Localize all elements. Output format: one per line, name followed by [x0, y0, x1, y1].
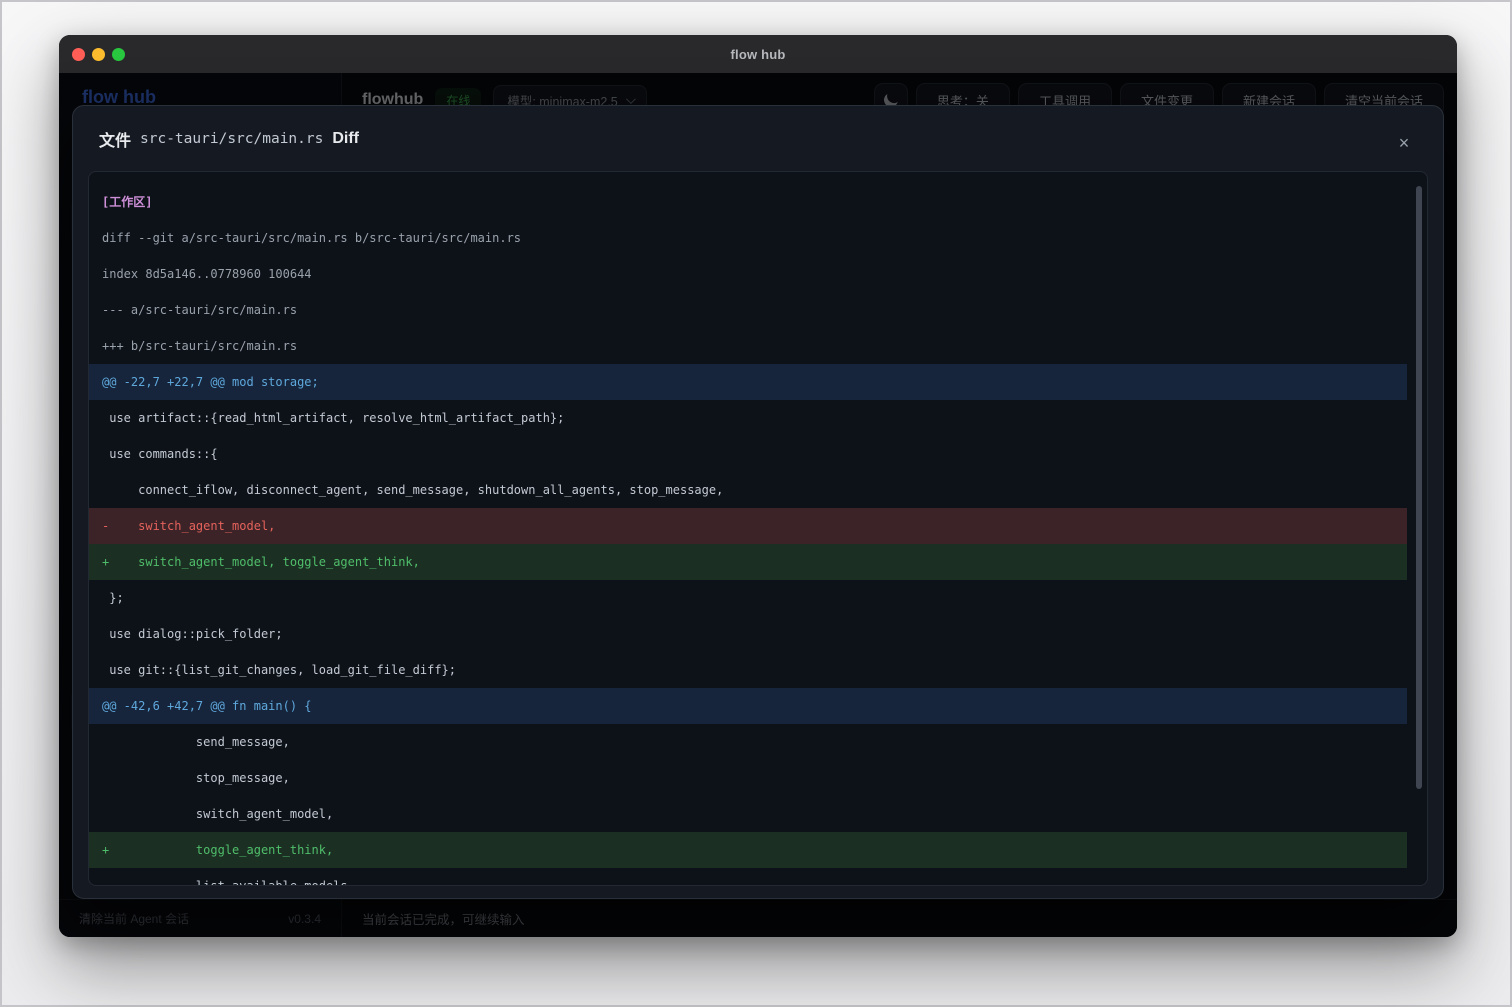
diff-line-add: + toggle_agent_think,	[89, 832, 1407, 868]
scrollbar-track[interactable]	[1416, 178, 1422, 879]
close-icon[interactable]: ×	[1391, 130, 1417, 156]
modal-title-suffix: Diff	[332, 130, 359, 148]
diff-line-context: use dialog::pick_folder;	[89, 616, 1407, 652]
window-titlebar: flow hub	[59, 35, 1457, 73]
window-title: flow hub	[730, 47, 785, 62]
diff-line-meta: +++ b/src-tauri/src/main.rs	[89, 328, 1407, 364]
diff-modal: 文件 src-tauri/src/main.rs Diff × [工作区]dif…	[72, 105, 1444, 899]
diff-line-context: stop_message,	[89, 760, 1407, 796]
diff-line-meta: diff --git a/src-tauri/src/main.rs b/src…	[89, 220, 1407, 256]
diff-line-context: use artifact::{read_html_artifact, resol…	[89, 400, 1407, 436]
minimize-window-button[interactable]	[92, 48, 105, 61]
diff-line-context: send_message,	[89, 724, 1407, 760]
scrollbar-thumb[interactable]	[1416, 186, 1422, 789]
diff-line-workspace: [工作区]	[89, 184, 1407, 220]
app-window: flow hub flow hub 清除当前 Agent 会话 v0.3.4 f…	[59, 35, 1457, 937]
diff-line-context: list_available_models	[89, 868, 1407, 886]
diff-line-context: switch_agent_model,	[89, 796, 1407, 832]
diff-line-meta: index 8d5a146..0778960 100644	[89, 256, 1407, 292]
diff-modal-header: 文件 src-tauri/src/main.rs Diff	[73, 106, 1443, 171]
diff-line-add: + switch_agent_model, toggle_agent_think…	[89, 544, 1407, 580]
diff-line-context: connect_iflow, disconnect_agent, send_me…	[89, 472, 1407, 508]
diff-content: [工作区]diff --git a/src-tauri/src/main.rs …	[89, 172, 1427, 886]
diff-line-context: use git::{list_git_changes, load_git_fil…	[89, 652, 1407, 688]
maximize-window-button[interactable]	[112, 48, 125, 61]
traffic-lights	[72, 48, 125, 61]
desktop-background: flow hub flow hub 清除当前 Agent 会话 v0.3.4 f…	[0, 0, 1512, 1007]
app-content: flow hub 清除当前 Agent 会话 v0.3.4 flowhub 在线…	[59, 73, 1457, 937]
close-window-button[interactable]	[72, 48, 85, 61]
diff-panel: [工作区]diff --git a/src-tauri/src/main.rs …	[88, 171, 1428, 886]
diff-line-hunk: @@ -22,7 +22,7 @@ mod storage;	[89, 364, 1407, 400]
diff-line-meta: --- a/src-tauri/src/main.rs	[89, 292, 1407, 328]
diff-line-del: - switch_agent_model,	[89, 508, 1407, 544]
diff-line-hunk: @@ -42,6 +42,7 @@ fn main() {	[89, 688, 1407, 724]
modal-title-prefix: 文件	[99, 127, 131, 151]
diff-line-context: };	[89, 580, 1407, 616]
diff-line-context: use commands::{	[89, 436, 1407, 472]
modal-file-path: src-tauri/src/main.rs	[140, 131, 323, 147]
